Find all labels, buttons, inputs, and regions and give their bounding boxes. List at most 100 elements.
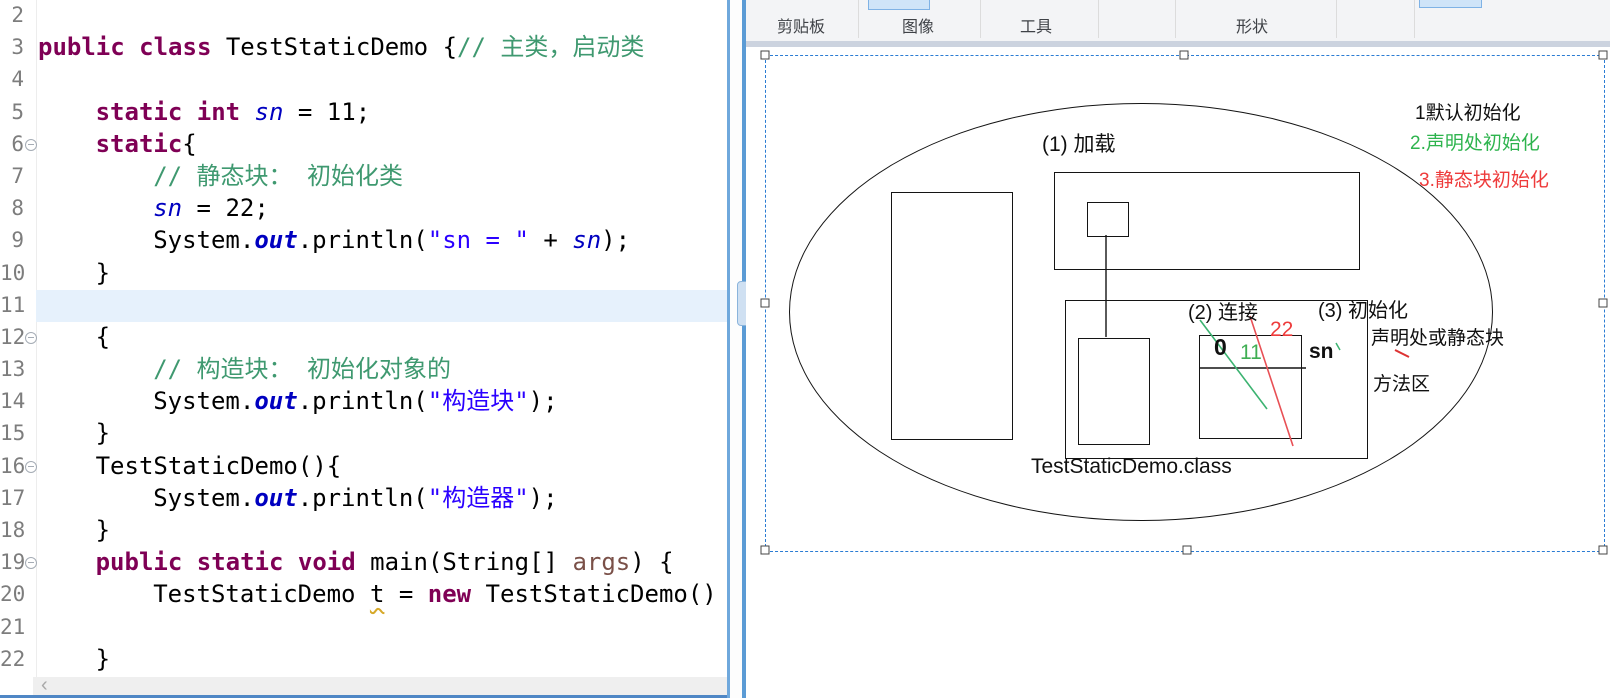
- fold-collapse-icon[interactable]: [25, 557, 37, 570]
- token-pl: TestStaticDemo(){: [95, 451, 342, 480]
- token-st: "构造块": [427, 387, 529, 416]
- token-pl: .println(: [297, 226, 428, 255]
- token-pl: );: [601, 226, 631, 255]
- code-text: // 静态块： 初始化类: [38, 161, 403, 193]
- label-sn: sn: [1309, 340, 1334, 363]
- token-pl: System.: [153, 387, 255, 416]
- code-line-10: 10}: [0, 258, 727, 290]
- token-fd: sn: [153, 194, 183, 223]
- label-class-file: TestStaticDemo.class: [1031, 455, 1232, 478]
- selection-handle-ne[interactable]: [1598, 50, 1608, 60]
- token-sf: out: [254, 226, 298, 255]
- token-sf: out: [254, 387, 298, 416]
- token-pl: );: [528, 483, 558, 512]
- token-fd: sn: [254, 97, 284, 126]
- code-text: }: [38, 515, 110, 547]
- code-text: public static void main(String[] args) {: [38, 547, 674, 579]
- label-method-area: 方法区: [1373, 374, 1431, 395]
- selected-shape-button[interactable]: [1419, 0, 1482, 8]
- token-pl: }: [95, 644, 111, 673]
- code-lines: 2 3 public class TestStaticDemo {// 主类，启动类…: [0, 0, 727, 676]
- token-kw: public static void: [95, 548, 371, 577]
- token-pl: }: [95, 419, 111, 448]
- value-11: 11: [1240, 341, 1262, 364]
- code-line-21: 21: [0, 612, 727, 644]
- code-line-7: 7 // 静态块： 初始化类: [0, 161, 727, 193]
- ribbon-separator: [980, 0, 981, 38]
- ribbon: 剪贴板 图像 工具 形状: [746, 0, 1610, 41]
- label-note-decl-init: 2.声明处初始化: [1410, 133, 1540, 154]
- selection-handle-nw[interactable]: [760, 50, 770, 60]
- horizontal-scrollbar[interactable]: ‹: [33, 674, 727, 696]
- token-cm: // 构造块： 初始化对象的: [153, 355, 451, 384]
- ribbon-separator: [1336, 0, 1337, 38]
- code-text: }: [38, 258, 110, 290]
- token-pl: System.: [153, 226, 255, 255]
- code-editor[interactable]: 2 3 public class TestStaticDemo {// 主类，启动类…: [0, 0, 727, 698]
- ribbon-separator: [1098, 0, 1099, 38]
- token-pl: System.: [153, 483, 255, 512]
- value-0: 0: [1214, 334, 1227, 360]
- token-pl: }: [95, 258, 111, 287]
- label-decl-or-static: 声明处或静态块: [1371, 328, 1505, 349]
- token-cm: // 主类，启动类: [457, 33, 645, 62]
- line-number: 21: [0, 614, 26, 639]
- inner-tall-rect: [1078, 338, 1150, 445]
- code-line-4: 4: [0, 64, 727, 96]
- token-pl: .println(: [297, 387, 428, 416]
- ribbon-separator: [858, 0, 859, 38]
- code-line-18: 18}: [0, 515, 727, 547]
- token-st: "sn = ": [427, 226, 529, 255]
- selection-handle-s[interactable]: [1182, 545, 1192, 555]
- line-number: 19: [0, 550, 26, 575]
- token-st: "构造器": [427, 483, 529, 512]
- token-pl: = 22;: [182, 194, 269, 223]
- label-step1-load: (1) 加载: [1042, 133, 1116, 156]
- label-step3-init: (3) 初始化: [1318, 300, 1408, 322]
- line-number: 13: [0, 357, 26, 382]
- code-text: TestStaticDemo(){: [38, 451, 342, 483]
- code-line-19: 19 public static void main(String[] args)…: [0, 547, 727, 579]
- selection-handle-w[interactable]: [760, 298, 770, 308]
- code-text: TestStaticDemo t = new TestStaticDemo(): [38, 579, 717, 611]
- token-pl: );: [528, 387, 558, 416]
- selected-tool-button[interactable]: [868, 0, 930, 10]
- code-text: }: [38, 418, 110, 450]
- token-kw: static int: [95, 97, 255, 126]
- selection-handle-n[interactable]: [1179, 50, 1189, 60]
- code-line-22: 22}: [0, 644, 727, 676]
- token-pl: .println(: [297, 483, 428, 512]
- code-line-5: 5 static int sn = 11;: [0, 97, 727, 129]
- fold-collapse-icon[interactable]: [25, 331, 37, 344]
- selection-handle-e[interactable]: [1598, 298, 1608, 308]
- token-kw: public class: [38, 33, 226, 62]
- fold-collapse-icon[interactable]: [25, 460, 37, 473]
- selection-handle-sw[interactable]: [760, 545, 770, 555]
- code-text: static int sn = 11;: [38, 97, 371, 129]
- code-line-15: 15}: [0, 418, 727, 450]
- line-number: 5: [11, 99, 24, 124]
- line-number: 15: [0, 421, 26, 446]
- scroll-left-arrow-icon[interactable]: ‹: [41, 674, 48, 696]
- small-square: [1087, 202, 1129, 237]
- code-text: {: [38, 322, 110, 354]
- token-pl: main(String[]: [370, 548, 573, 577]
- code-line-8: 8 sn = 22;: [0, 193, 727, 225]
- label-note-default-init: 1默认初始化: [1415, 103, 1521, 124]
- token-pl: =: [384, 580, 428, 609]
- token-wv: t: [369, 580, 385, 609]
- label-step2-link: (2) 连接: [1188, 302, 1258, 324]
- line-number: 14: [0, 389, 26, 414]
- line-number: 10: [0, 260, 26, 285]
- code-line-9: 9 System.out.println("sn = " + sn);: [0, 225, 727, 257]
- line-number: 11: [0, 292, 26, 317]
- ribbon-group-image: 图像: [901, 19, 935, 36]
- ribbon-separator: [1414, 0, 1415, 38]
- code-line-12: 12 {: [0, 322, 727, 354]
- code-text: System.out.println("构造器");: [38, 483, 558, 515]
- left-tall-rect: [891, 192, 1013, 440]
- token-kw: new: [427, 580, 472, 609]
- fold-collapse-icon[interactable]: [25, 138, 37, 151]
- selection-handle-se[interactable]: [1598, 545, 1608, 555]
- label-note-static-init: 3.静态块初始化: [1419, 170, 1549, 191]
